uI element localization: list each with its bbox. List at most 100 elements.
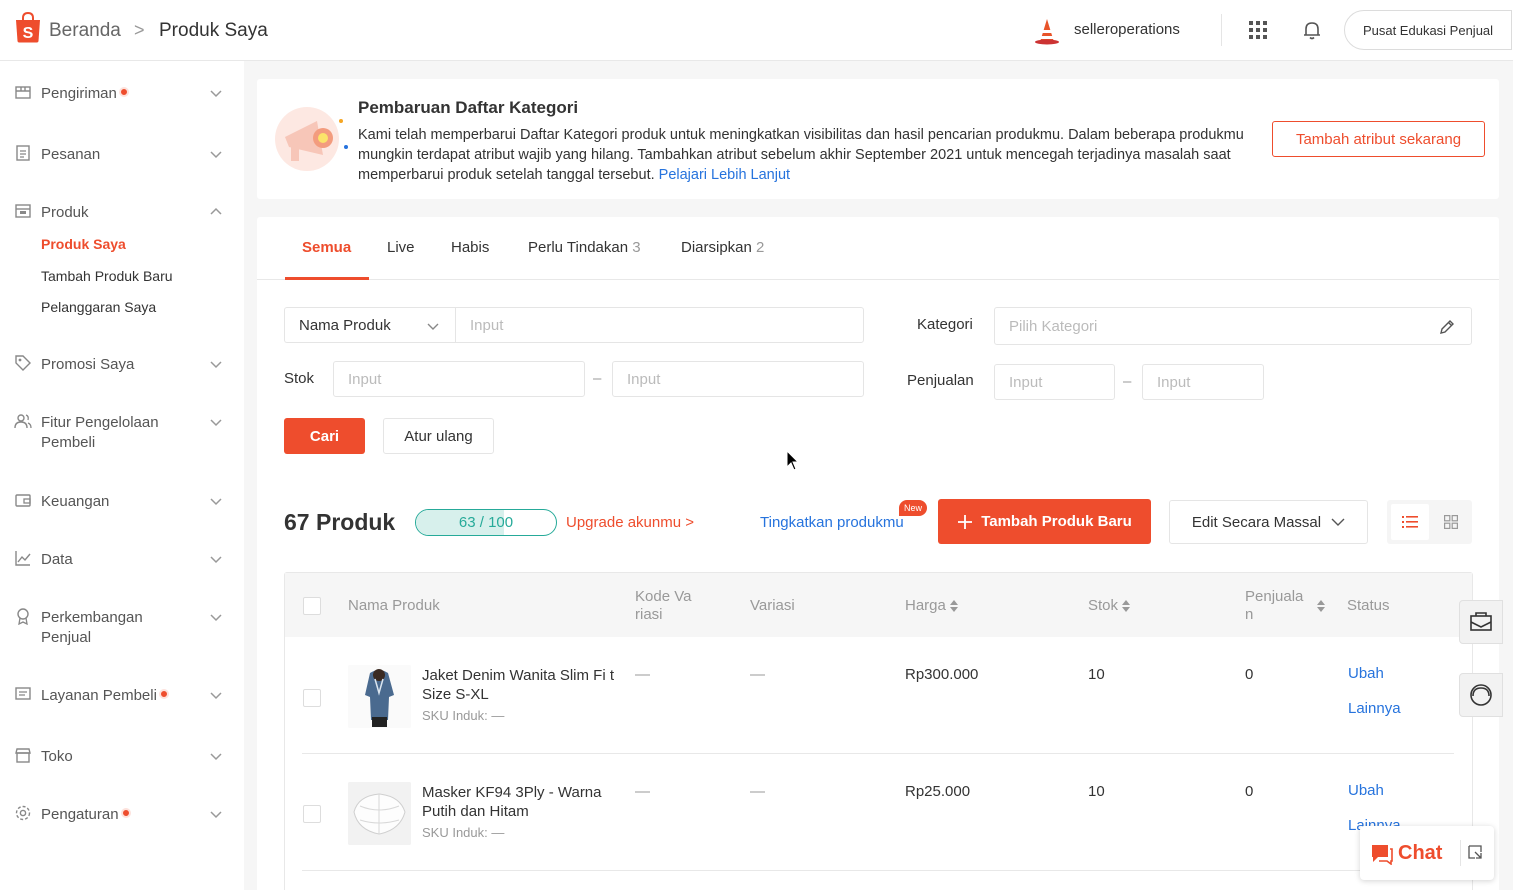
sidebar-item-label: Promosi Saya	[41, 356, 135, 373]
row-checkbox[interactable]	[303, 689, 321, 707]
add-attribute-button[interactable]: Tambah atribut sekarang	[1272, 121, 1485, 157]
sidebar-item-label: Pengaturan	[41, 806, 119, 823]
product-quota-bar: 63 / 100	[415, 509, 557, 536]
add-product-label: Tambah Produk Baru	[981, 513, 1132, 530]
chat-icon	[1372, 845, 1393, 865]
status-tabs: Semua Live Habis Perlu Tindakan 3 Diarsi…	[257, 217, 1499, 280]
notification-dot	[158, 689, 169, 699]
stock-max-input[interactable]: Input	[612, 361, 864, 397]
apps-grid-icon[interactable]	[1248, 20, 1268, 40]
product-name-input[interactable]: Input	[455, 307, 864, 343]
truck-box-icon	[15, 86, 31, 99]
tab-perlu-tindakan[interactable]: Perlu Tindakan 3	[528, 239, 641, 256]
sidebar-item-label: Pengiriman	[41, 85, 117, 102]
column-header-variation: Variasi	[750, 597, 795, 614]
tag-icon	[15, 355, 31, 371]
chevron-up-icon	[210, 207, 222, 215]
sidebar-subitem-pelanggaran[interactable]: Pelanggaran Saya	[41, 299, 156, 315]
medal-icon	[17, 608, 29, 625]
support-float-button[interactable]	[1459, 673, 1503, 717]
learn-more-link[interactable]: Pelajari Lebih Lanjut	[659, 167, 790, 183]
search-field-select[interactable]: Nama Produk	[284, 307, 455, 343]
shopee-logo-icon[interactable]: S	[14, 12, 42, 43]
mass-edit-button[interactable]: Edit Secara Massal	[1169, 500, 1368, 544]
sidebar-item-label: Data	[41, 551, 73, 568]
edit-link[interactable]: Ubah	[1348, 665, 1384, 682]
denim-jacket-image	[348, 665, 411, 728]
product-name[interactable]: Masker KF94 3Ply - Warna Putih dan Hitam	[422, 783, 622, 821]
list-view-button[interactable]	[1391, 504, 1429, 540]
sidebar-subitem-tambah-produk[interactable]: Tambah Produk Baru	[41, 268, 173, 284]
tab-count: 2	[756, 239, 765, 256]
row-checkbox[interactable]	[303, 805, 321, 823]
banner-description: Kami telah memperbarui Daftar Kategori p…	[358, 125, 1258, 185]
product-sku: SKU Induk: —	[422, 825, 505, 840]
column-header-price[interactable]: Harga	[905, 597, 958, 615]
chat-widget[interactable]: Chat	[1360, 826, 1494, 880]
add-product-button[interactable]: Tambah Produk Baru	[938, 499, 1151, 544]
avatar[interactable]	[1032, 15, 1062, 45]
banner-description-text: Kami telah memperbarui Daftar Kategori p…	[358, 127, 1244, 183]
product-sku: SKU Induk: —	[422, 708, 505, 723]
product-thumbnail[interactable]	[348, 782, 411, 845]
product-name[interactable]: Jaket Denim Wanita Slim Fi t Size S-XL	[422, 666, 622, 704]
chevron-down-icon	[210, 498, 222, 506]
product-count: 67 Produk	[284, 509, 396, 535]
row-divider	[302, 753, 1454, 754]
sidebar-subitem-produk-saya[interactable]: Produk Saya	[41, 236, 126, 252]
column-header-name: Nama Produk	[348, 597, 440, 614]
mail-icon	[1470, 612, 1492, 631]
line-chart-icon	[15, 551, 31, 566]
seller-education-button[interactable]: Pusat Edukasi Penjual	[1344, 10, 1512, 50]
input-placeholder: Input	[470, 316, 504, 334]
banner-title: Pembaruan Daftar Kategori	[358, 98, 579, 117]
users-icon	[14, 414, 32, 429]
sidebar-item-label: Fitur Pengelolaan Pembeli	[41, 414, 159, 451]
sidebar: Pengiriman Pesanan Produk Produk Saya Ta…	[0, 61, 244, 890]
reset-button[interactable]: Atur ulang	[383, 418, 494, 454]
upgrade-account-link[interactable]: Upgrade akunmu >	[566, 514, 694, 531]
product-panel: Semua Live Habis Perlu Tindakan 3 Diarsi…	[257, 217, 1499, 890]
input-placeholder: Input	[1009, 373, 1043, 391]
improve-products-link[interactable]: Tingkatkan produkmu	[760, 514, 904, 531]
chevron-down-icon	[210, 90, 222, 98]
search-button[interactable]: Cari	[284, 418, 365, 454]
chevron-down-icon	[210, 556, 222, 564]
category-picker[interactable]: Pilih Kategori	[994, 307, 1472, 345]
chat-label: Chat	[1398, 842, 1443, 864]
kategori-label: Kategori	[917, 316, 973, 333]
list-icon	[1402, 516, 1418, 528]
minimize-icon[interactable]	[1467, 844, 1483, 860]
chevron-down-icon	[210, 151, 222, 159]
sales-min-input[interactable]: Input	[994, 364, 1115, 400]
column-header-stock[interactable]: Stok	[1088, 597, 1131, 615]
stok-label: Stok	[284, 370, 315, 387]
tab-label: Perlu Tindakan	[528, 239, 629, 256]
breadcrumb-home[interactable]: Beranda	[49, 20, 121, 42]
cell-sales: 0	[1245, 783, 1254, 800]
column-header-sales[interactable]: Penjuala n	[1245, 588, 1315, 624]
tab-semua[interactable]: Semua	[302, 239, 351, 256]
category-update-banner: Pembaruan Daftar Kategori Kami telah mem…	[257, 79, 1499, 199]
tab-live[interactable]: Live	[387, 239, 415, 256]
bell-icon[interactable]	[1301, 19, 1323, 41]
sales-max-input[interactable]: Input	[1142, 364, 1264, 400]
column-header-status: Status	[1347, 597, 1390, 614]
tab-habis[interactable]: Habis	[451, 239, 489, 256]
select-all-checkbox[interactable]	[303, 597, 321, 615]
message-float-button[interactable]	[1459, 600, 1503, 644]
cell-stock: 10	[1088, 783, 1105, 800]
sort-icon[interactable]	[1317, 600, 1325, 612]
tab-diarsipkan[interactable]: Diarsipkan 2	[681, 239, 764, 256]
cell-variation-code: —	[635, 783, 650, 800]
product-thumbnail[interactable]	[348, 665, 411, 728]
sidebar-item-label: Keuangan	[41, 493, 110, 510]
grid-view-button[interactable]	[1433, 504, 1469, 540]
stock-min-input[interactable]: Input	[333, 361, 585, 397]
username[interactable]: selleroperations	[1074, 21, 1180, 38]
more-link[interactable]: Lainnya	[1348, 700, 1401, 717]
face-mask-image	[348, 782, 411, 845]
edit-link[interactable]: Ubah	[1348, 782, 1384, 799]
pencil-icon	[1440, 320, 1454, 334]
input-placeholder: Pilih Kategori	[1009, 317, 1098, 335]
